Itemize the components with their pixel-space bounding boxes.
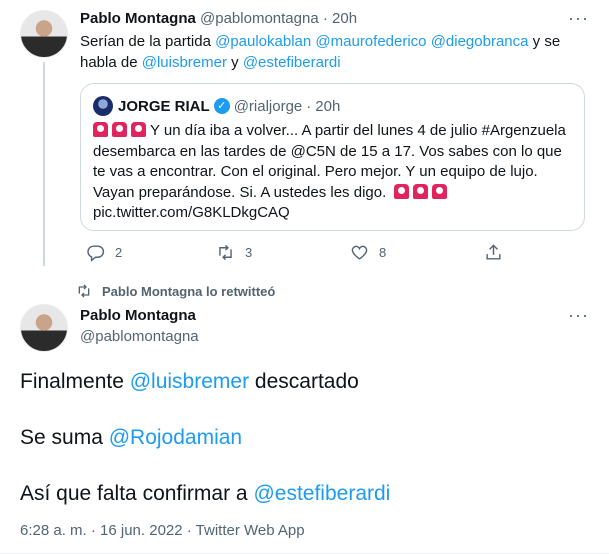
quoted-media-link: pic.twitter.com/G8KLDkgCAQ bbox=[93, 204, 290, 221]
tweet-text: Finalmente @luisbremer descartado Se sum… bbox=[20, 368, 590, 536]
siren-emoji-icon bbox=[131, 122, 146, 137]
text-segment: Se suma bbox=[20, 426, 109, 449]
mention-link[interactable]: @maurofederico bbox=[315, 33, 426, 50]
avatar[interactable] bbox=[20, 304, 68, 352]
text-segment: Así que falta confirmar a bbox=[20, 482, 254, 505]
retweeted-by-label: Pablo Montagna lo retwitteó bbox=[102, 283, 276, 299]
heart-icon bbox=[351, 245, 368, 260]
author-handle[interactable]: @pablomontagna bbox=[80, 328, 199, 345]
quoted-author-name: JORGE RIAL bbox=[118, 97, 210, 115]
quoted-tweet-time: 20h bbox=[315, 97, 341, 115]
quoted-avatar bbox=[93, 96, 113, 116]
share-button[interactable] bbox=[484, 243, 513, 262]
tweet-header: Pablo Montagna @pablomontagna · 20h bbox=[80, 10, 357, 27]
like-button[interactable]: 8 bbox=[350, 243, 386, 262]
siren-emoji-icon bbox=[394, 183, 410, 199]
mention-link[interactable]: @luisbremer bbox=[142, 54, 227, 71]
quoted-body: Y un día iba a volver... A partir del lu… bbox=[93, 122, 566, 201]
text-segment: Serían de la partida bbox=[80, 33, 216, 50]
author-name[interactable]: Pablo Montagna bbox=[80, 307, 196, 324]
mention-link[interactable]: @Rojodamian bbox=[109, 426, 242, 449]
siren-emoji-icon bbox=[93, 122, 108, 137]
tweet-actions: 2 3 8 bbox=[80, 243, 510, 265]
quoted-author-handle: @rialjorge bbox=[233, 97, 303, 115]
tweet-line: Así que falta confirmar a @estefiberardi bbox=[20, 480, 590, 508]
thread-connector bbox=[43, 62, 45, 266]
author-name[interactable]: Pablo Montagna bbox=[80, 10, 196, 27]
author-handle[interactable]: @pablomontagna bbox=[200, 10, 319, 27]
reply-button[interactable]: 2 bbox=[86, 243, 122, 262]
quoted-tweet-text: Y un día iba a volver... A partir del lu… bbox=[93, 121, 578, 224]
retweet-button[interactable]: 3 bbox=[216, 243, 252, 262]
quoted-tweet-header: JORGE RIAL ✓ @rialjorge · 20h bbox=[93, 96, 340, 116]
tweet-line: Se suma @Rojodamian bbox=[20, 424, 590, 452]
like-count: 8 bbox=[379, 245, 387, 260]
tweet-text: Serían de la partida @paulokablan @mauro… bbox=[80, 31, 580, 73]
mention-link[interactable]: @luisbremer bbox=[130, 370, 249, 393]
separator: · bbox=[306, 97, 312, 115]
more-options-icon[interactable]: ··· bbox=[568, 305, 589, 326]
mention-link[interactable]: @diegobranca bbox=[431, 33, 529, 50]
siren-emoji-icon bbox=[112, 122, 127, 137]
mention-link[interactable]: @paulokablan bbox=[215, 33, 311, 50]
separator: · bbox=[322, 10, 328, 27]
tweet-line: Finalmente @luisbremer descartado bbox=[20, 368, 590, 396]
retweet-icon bbox=[78, 284, 90, 298]
tweet-metadata[interactable]: 6:28 a. m. · 16 jun. 2022 · Twitter Web … bbox=[20, 522, 305, 539]
tweet-time[interactable]: 20h bbox=[332, 10, 357, 27]
quoted-tweet[interactable]: JORGE RIAL ✓ @rialjorge · 20h Y un día i… bbox=[80, 83, 585, 231]
retweet-icon bbox=[219, 244, 232, 261]
verified-badge-icon: ✓ bbox=[213, 98, 230, 114]
siren-emoji-icon bbox=[413, 183, 429, 199]
more-options-icon[interactable]: ··· bbox=[568, 8, 589, 29]
retweeted-by-indicator[interactable]: Pablo Montagna lo retwitteó bbox=[78, 283, 276, 299]
text-segment: descartado bbox=[249, 370, 359, 393]
siren-emoji-icon bbox=[432, 183, 448, 199]
mention-link[interactable]: @estefiberardi bbox=[253, 482, 390, 505]
reply-count: 2 bbox=[115, 245, 123, 260]
reply-icon bbox=[87, 245, 105, 262]
share-icon bbox=[486, 244, 501, 260]
avatar[interactable] bbox=[20, 10, 68, 58]
text-segment: y bbox=[226, 54, 243, 71]
text-segment: Finalmente bbox=[20, 370, 130, 393]
retweet-count: 3 bbox=[245, 245, 253, 260]
mention-link[interactable]: @estefiberardi bbox=[243, 54, 341, 71]
